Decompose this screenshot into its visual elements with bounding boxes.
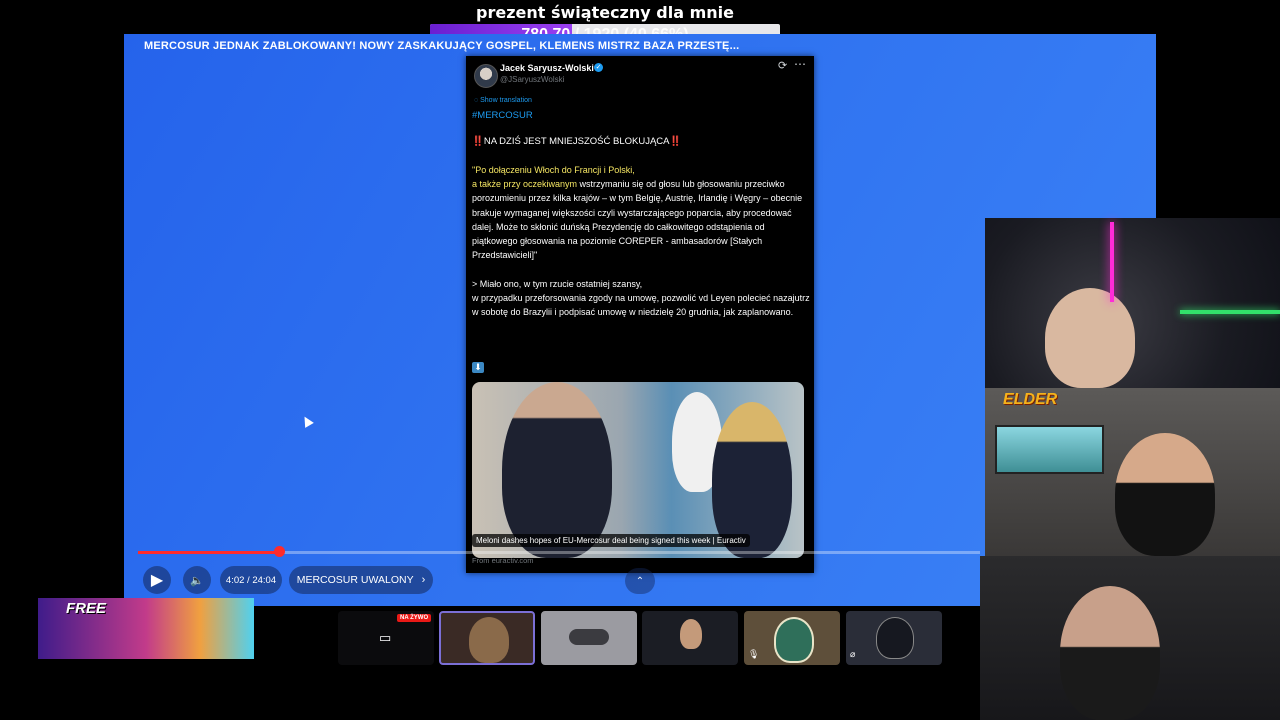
- volume-button[interactable]: 🔈: [183, 566, 211, 594]
- camera-off-icon: ⌀: [850, 649, 856, 659]
- show-translation-link[interactable]: ◌ Show translation: [474, 97, 532, 104]
- play-icon: ▶: [150, 572, 164, 589]
- thumbnail-6[interactable]: ⌀: [846, 611, 942, 665]
- mic-muted-icon: 🎙: [748, 649, 760, 659]
- double-exclamation-icon: ‼️: [472, 136, 484, 147]
- tweet-paragraph-2: > Miało ono, w tym rzucie ostatniej szan…: [472, 278, 810, 318]
- webcam-3: [980, 556, 1280, 720]
- monitor-icon: ▭: [379, 630, 392, 645]
- expand-button[interactable]: ⌃: [625, 568, 655, 594]
- chevron-up-icon: ⌃: [635, 575, 645, 587]
- progress-scrubber[interactable]: [274, 546, 285, 557]
- verified-badge-icon: ✓: [594, 63, 603, 72]
- thumbnail-5[interactable]: 🎙: [744, 611, 840, 665]
- streamer-1: [1045, 288, 1135, 388]
- chevron-right-icon: ›: [421, 574, 426, 586]
- media-caption: Meloni dashes hopes of EU-Mercosur deal …: [472, 534, 750, 547]
- green-neon: [1180, 310, 1280, 314]
- thumbnail-4[interactable]: [642, 611, 738, 665]
- webcam-1: [985, 218, 1280, 388]
- promo-text: FREE: [66, 600, 107, 617]
- avatar: [876, 617, 914, 659]
- thumbnail-3[interactable]: [541, 611, 637, 665]
- time-display: 4:02 / 24:04: [220, 566, 282, 594]
- tweet-media-image[interactable]: [472, 382, 804, 558]
- play-button[interactable]: ▶: [143, 566, 171, 594]
- tweet-highlight-2: a także przy oczekiwanym: [472, 179, 578, 190]
- double-exclamation-icon: ‼️: [669, 136, 682, 147]
- link-source[interactable]: From euractiv.com: [472, 556, 534, 565]
- streamer-3: [1060, 586, 1160, 720]
- avatar: [680, 619, 702, 649]
- show-translation-label: Show translation: [480, 97, 532, 104]
- tweet-headline: ‼️NA DZIŚ JEST MNIEJSZOŚĆ BLOKUJĄCA‼️: [472, 136, 681, 147]
- elder-logo: ELDER: [1003, 391, 1058, 408]
- tweet-card: Jacek Saryusz-Wolski ✓ @JSaryuszWolski ⟳…: [466, 56, 814, 573]
- avatar: [469, 617, 509, 663]
- hashtag-link[interactable]: #MERCOSUR: [472, 110, 533, 121]
- car-image: [569, 629, 609, 645]
- chapter-label: MERCOSUR UWALONY: [296, 574, 414, 586]
- volume-icon: 🔈: [190, 574, 204, 587]
- author-handle[interactable]: @JSaryuszWolski: [500, 75, 564, 84]
- down-arrow-icon: ⬇: [472, 362, 484, 373]
- author-name[interactable]: Jacek Saryusz-Wolski: [500, 63, 594, 73]
- person-left: [502, 382, 612, 558]
- refresh-icon[interactable]: ⟳: [778, 59, 787, 72]
- progress-fill: [138, 551, 279, 554]
- tweet-highlight-1: "Po dołączeniu Włoch do Francji i Polski…: [472, 165, 635, 175]
- more-options-icon[interactable]: ⋯: [794, 57, 806, 71]
- live-badge: NA ŻYWO: [397, 614, 432, 622]
- thumbnail-2[interactable]: [439, 611, 535, 665]
- tweet-body: "Po dołączeniu Włoch do Francji i Polski…: [472, 163, 810, 319]
- author-avatar[interactable]: [474, 64, 498, 88]
- tweet-quote-text: wstrzymaniu się od głosu lub głosowaniu …: [472, 179, 805, 261]
- pink-light: [1110, 222, 1114, 302]
- chapter-button[interactable]: MERCOSUR UWALONY ›: [289, 566, 433, 594]
- avatar: [774, 617, 814, 663]
- video-title: MERCOSUR JEDNAK ZABLOKOWANY! NOWY ZASKAK…: [144, 40, 740, 52]
- tweet-headline-text: NA DZIŚ JEST MNIEJSZOŚĆ BLOKUJĄCA: [483, 136, 670, 147]
- aquarium: [995, 425, 1104, 474]
- promo-banner[interactable]: FREE: [38, 598, 254, 659]
- streamer-2: [1115, 433, 1215, 556]
- donation-goal-title: prezent świąteczny dla mnie: [476, 3, 734, 22]
